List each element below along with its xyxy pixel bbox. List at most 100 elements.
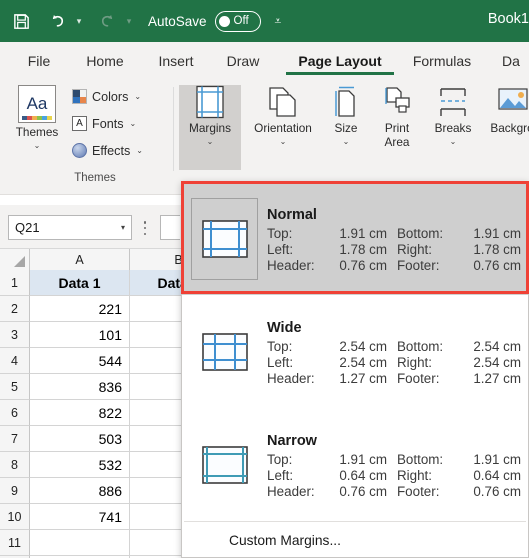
value-header: 0.76 cm [339,483,387,499]
colors-button[interactable]: Colors ⌄ [72,89,141,104]
value-right: 1.78 cm [473,241,521,257]
value-footer: 0.76 cm [473,257,521,273]
toggle-knob [218,15,230,27]
select-all-corner[interactable] [0,249,30,270]
row-header[interactable]: 1 [0,270,30,296]
cell-a6[interactable]: 822 [30,400,130,426]
tab-formulas[interactable]: Formulas [404,42,480,79]
tab-page-layout[interactable]: Page Layout [284,42,396,79]
chevron-down-icon: ⌄ [134,92,142,101]
column-header-a[interactable]: A [30,249,130,270]
fonts-icon: A [72,116,87,131]
label-bottom: Bottom: [397,338,444,354]
quick-access-more-icon[interactable]: ⩡ [275,6,282,36]
print-area-button[interactable]: Print Area [371,85,423,149]
cell-a8[interactable]: 532 [30,452,130,478]
group-separator [173,87,174,171]
colors-button-label: Colors [92,89,129,104]
label-bottom: Bottom: [397,225,444,241]
size-button-label: Size [334,121,358,135]
row-header[interactable]: 2 [0,296,30,322]
row-header[interactable]: 10 [0,504,30,530]
margins-option-wide[interactable]: Wide Top: 2.54 cm Bottom: 2.54 cm Left: 2.5… [182,295,528,408]
cell-a2[interactable]: 221 [30,296,130,322]
label-left: Left: [267,354,294,370]
formula-input[interactable] [160,215,180,240]
undo-icon[interactable] [42,6,72,36]
chevron-down-icon[interactable]: ▾ [121,223,125,232]
breaks-button[interactable]: Breaks ⌄ [427,85,479,146]
value-top: 2.54 cm [339,338,387,354]
cell-a9[interactable]: 886 [30,478,130,504]
row-header[interactable]: 11 [0,530,30,556]
margins-button-label: Margins [189,121,231,135]
value-header: 1.27 cm [339,370,387,386]
row-header[interactable]: 3 [0,322,30,348]
margins-dropdown-menu: Normal Top: 1.91 cm Bottom: 1.91 cm Left: 1… [181,181,529,558]
row-header[interactable]: 5 [0,374,30,400]
label-top: Top: [267,451,293,467]
label-footer: Footer: [397,370,440,386]
tab-home[interactable]: Home [76,42,134,79]
autosave-toggle[interactable]: Off [214,10,261,32]
cell-a7[interactable]: 503 [30,426,130,452]
excel-window: ▾ ▾ AutoSave Off ⩡ Book1 File Home Inser… [0,0,529,558]
tab-insert[interactable]: Insert [150,42,202,79]
wide-margins-preview-icon [191,311,258,393]
cell-a10[interactable]: 741 [30,504,130,530]
margins-option-narrow[interactable]: Narrow Top: 1.91 cm Bottom: 1.91 cm Left: 0… [182,408,528,521]
size-icon [335,86,355,117]
orientation-button-label: Orientation [254,121,312,135]
label-right: Right: [397,354,432,370]
cell-a5[interactable]: 836 [30,374,130,400]
fonts-button[interactable]: A Fonts ⌄ [72,116,136,131]
cell-a3[interactable]: 101 [30,322,130,348]
themes-icon: Aa [18,85,56,123]
custom-margins-label: Custom Margins... [229,533,341,548]
label-left: Left: [267,241,294,257]
row-header[interactable]: 6 [0,400,30,426]
background-button[interactable]: Backgro [483,85,529,136]
undo-dropdown-caret-icon[interactable]: ▾ [72,6,86,36]
label-header: Header: [267,257,315,273]
value-right: 2.54 cm [473,354,521,370]
normal-margins-preview-icon [191,197,258,280]
orientation-button[interactable]: Orientation ⌄ [245,85,321,146]
themes-button[interactable]: Aa Themes ⌄ [8,85,66,150]
autosave-state: Off [233,15,249,27]
value-left: 1.78 cm [339,241,387,257]
name-box[interactable]: Q21 ▾ [8,215,132,240]
print-area-icon [385,87,410,113]
formula-bar-handle[interactable] [143,221,147,235]
chevron-down-icon: ⌄ [33,140,41,150]
chevron-down-icon: ⌄ [129,119,137,128]
row-header[interactable]: 4 [0,348,30,374]
redo-dropdown-caret-icon[interactable]: ▾ [122,6,136,36]
row-header[interactable]: 7 [0,426,30,452]
margins-option-normal[interactable]: Normal Top: 1.91 cm Bottom: 1.91 cm Left: 1… [182,182,528,295]
redo-icon[interactable] [92,6,122,36]
row-header[interactable]: 9 [0,478,30,504]
value-right: 0.64 cm [473,467,521,483]
margins-button[interactable]: Margins ⌄ [179,85,241,170]
themes-group-label: Themes [74,172,116,184]
print-area-label-line1: Print [384,121,410,135]
size-button[interactable]: Size ⌄ [325,85,367,146]
tab-file[interactable]: File [18,42,60,79]
tab-draw[interactable]: Draw [218,42,268,79]
tab-data[interactable]: Da [494,42,528,79]
row-header[interactable]: 8 [0,452,30,478]
effects-button[interactable]: Effects ⌄ [72,143,143,158]
custom-margins-menu-item[interactable]: Custom Margins... [182,522,528,557]
cell-a11[interactable] [30,530,130,556]
chevron-down-icon: ⌄ [342,136,350,146]
value-footer: 0.76 cm [473,483,521,499]
background-button-label: Backgro [490,121,529,135]
cell-a1[interactable]: Data 1 [30,270,130,296]
cell-a4[interactable]: 544 [30,348,130,374]
theme-color-strip-icon [22,116,52,120]
breaks-icon [440,88,466,116]
colors-icon [72,89,87,104]
save-icon[interactable] [6,6,36,36]
title-bar: ▾ ▾ AutoSave Off ⩡ Book1 [0,0,529,42]
